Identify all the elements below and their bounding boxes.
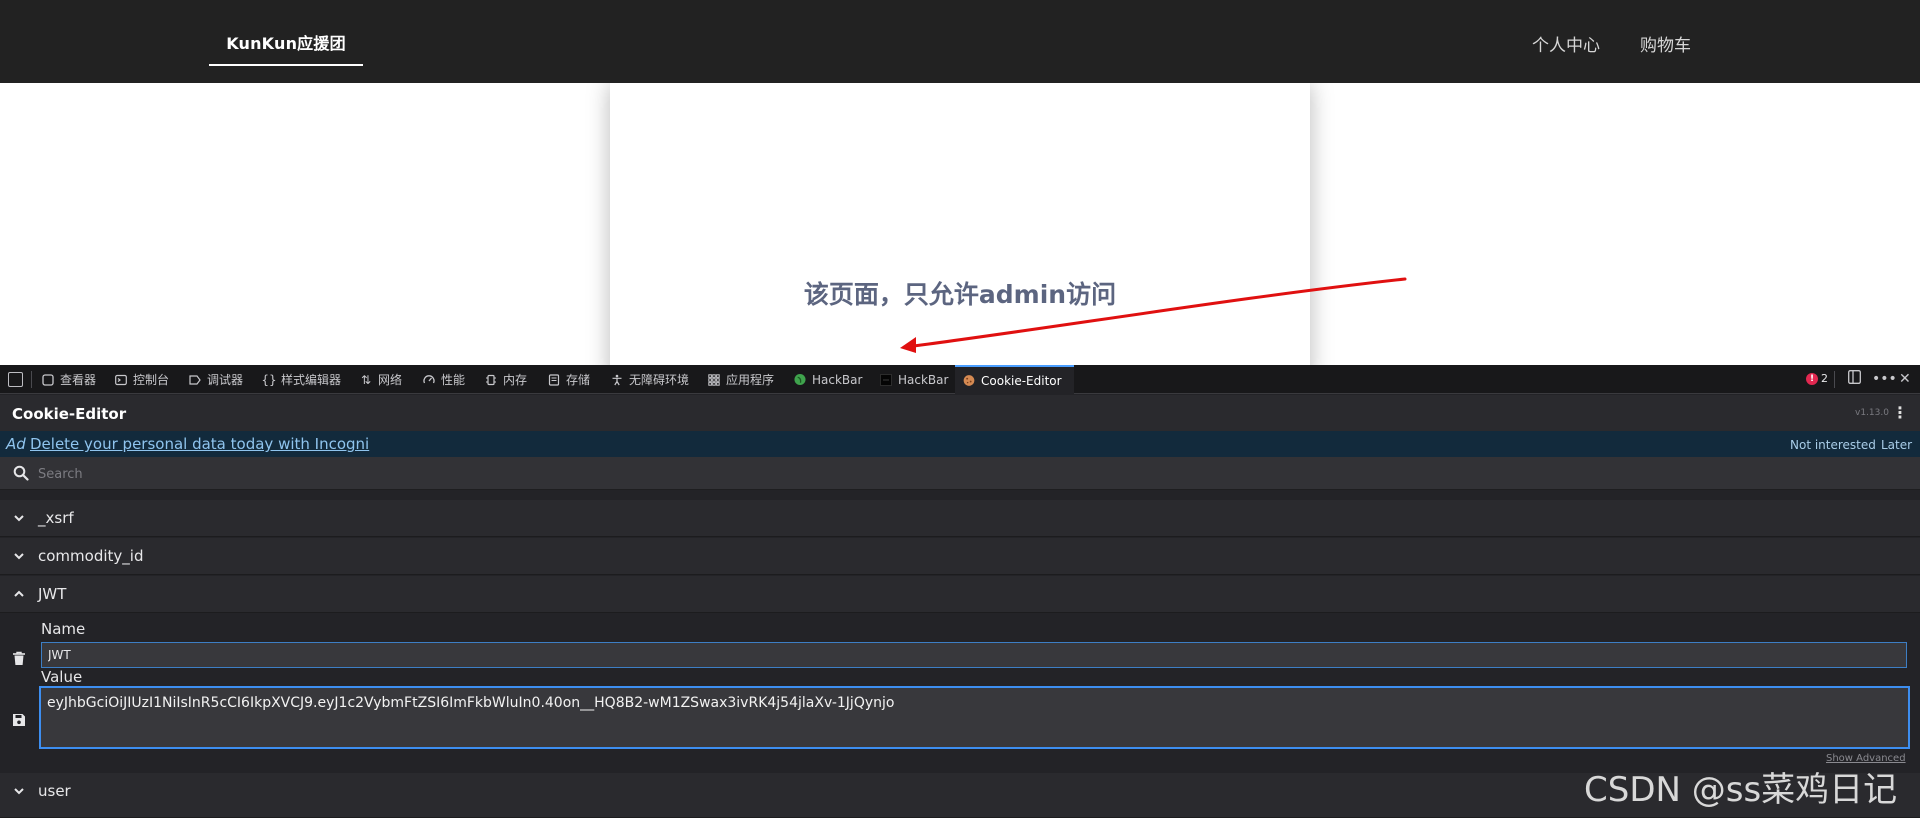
search-row [0,457,1920,490]
admin-only-message: 该页面，只允许admin访问 [803,280,1117,309]
tab-accessibility[interactable]: 无障碍环境 [611,365,689,394]
tab-label: 样式编辑器 [281,373,342,387]
save-icon[interactable] [12,713,26,727]
message-card: 该页面，只允许admin访问 [610,83,1310,365]
tab-label: Cookie-Editor [981,373,1062,388]
error-icon: ! [1806,372,1818,385]
active-nav-underline [209,64,363,66]
nav-cart-link[interactable]: 购物车 [1640,31,1691,56]
brand-link[interactable]: KunKun应援团 [209,30,363,54]
search-input[interactable] [38,463,1898,485]
tab-label: 性能 [441,373,466,387]
console-icon [115,374,127,386]
ad-banner: Ad Delete your personal data today with … [0,431,1920,457]
tab-console[interactable]: 控制台 [115,365,169,394]
value-label: Value [41,668,83,686]
tab-label: 存储 [566,373,591,387]
cookie-editor-header: Cookie-Editor v1.13.0 ⋮ [0,395,1920,431]
watermark-text: CSDN @ss菜鸡日记 [1584,770,1898,810]
not-interested-button[interactable]: Not interested [1790,438,1876,452]
cookie-name: _xsrf [38,509,74,527]
style-editor-icon: {} [261,372,277,387]
trash-icon[interactable] [12,651,26,666]
error-count-badge[interactable]: ! 2 [1806,372,1828,385]
site-navbar: KunKun应援团 个人中心 购物车 [0,0,1920,83]
ad-tag: Ad [6,435,26,453]
tab-debugger[interactable]: 调试器 [189,365,243,394]
application-icon [708,373,720,386]
chevron-up-icon [14,590,24,597]
cookie-name: JWT [38,585,67,603]
cookie-name-field[interactable] [41,642,1907,668]
nav-user-center-link[interactable]: 个人中心 [1532,31,1600,56]
toolbar-divider [1834,371,1835,388]
tab-label: 查看器 [60,373,97,387]
cookie-row-xsrf[interactable]: _xsrf [0,500,1920,537]
accessibility-icon [611,374,623,386]
chevron-down-icon [14,788,24,795]
tab-label: 网络 [378,373,403,387]
cookie-name: commodity_id [38,547,144,565]
more-options-icon[interactable]: ••• [1872,370,1897,388]
tab-network[interactable]: ⇅ 网络 [360,365,402,394]
close-devtools-icon[interactable]: ✕ [1899,370,1911,388]
name-label: Name [41,620,86,638]
tab-label: 无障碍环境 [629,373,690,387]
chevron-down-icon [14,553,24,560]
version-label: v1.13.0 [1855,408,1889,418]
inspector-icon [42,373,54,386]
tab-style-editor[interactable]: {} 样式编辑器 [261,365,342,394]
memory-icon [485,374,497,386]
tab-label: 应用程序 [726,373,775,387]
storage-icon [548,373,560,386]
toolbar-divider [31,371,32,388]
ad-link[interactable]: Delete your personal data today with Inc… [30,435,369,453]
dock-side-icon[interactable] [1848,370,1861,389]
tab-hackbar-dark[interactable]: HackBar [880,365,948,394]
tab-storage[interactable]: 存储 [548,365,590,394]
cookie-edit-form: Name Value eyJhbGciOiJIUzI1NiIsInR5cCI6I… [0,613,1920,773]
tab-inspector[interactable]: 查看器 [42,365,96,394]
cookie-row-commodity-id[interactable]: commodity_id [0,538,1920,575]
tab-cookie-editor[interactable]: Cookie-Editor [955,365,1074,394]
tab-memory[interactable]: 内存 [485,365,527,394]
error-count: 2 [1821,372,1828,385]
cookie-name: user [38,782,71,800]
performance-icon [423,374,435,386]
tab-label: 控制台 [133,373,170,387]
tab-label: 内存 [503,373,528,387]
tab-label: 调试器 [207,373,244,387]
cookie-row-jwt[interactable]: JWT [0,576,1920,613]
tab-hackbar-green[interactable]: HackBar [794,365,862,394]
cookie-icon [963,375,975,387]
hackbar-dark-icon [880,373,892,386]
cookie-value-field[interactable]: eyJhbGciOiJIUzI1NiIsInR5cCI6IkpXVCJ9.eyJ… [39,686,1910,749]
tab-performance[interactable]: 性能 [423,365,465,394]
chevron-down-icon [14,515,24,522]
tab-label: HackBar [812,372,863,387]
debugger-icon [189,374,201,386]
kebab-menu-icon[interactable]: ⋮ [1892,403,1908,422]
tab-application[interactable]: 应用程序 [708,365,774,394]
devtools-toolbar: 查看器 控制台 调试器 {} 样式编辑器 ⇅ 网络 性能 内存 存储 无障碍环境… [0,365,1920,394]
element-picker-icon[interactable] [8,372,23,387]
later-button[interactable]: Later [1881,438,1912,452]
devtools-panel: 查看器 控制台 调试器 {} 样式编辑器 ⇅ 网络 性能 内存 存储 无障碍环境… [0,365,1920,818]
tab-label: HackBar [898,372,949,387]
page-content: 该页面，只允许admin访问 [0,83,1920,365]
cookie-editor-title: Cookie-Editor [12,405,127,423]
hackbar-green-icon [794,373,806,386]
search-icon [13,465,29,481]
network-icon: ⇅ [360,372,372,387]
